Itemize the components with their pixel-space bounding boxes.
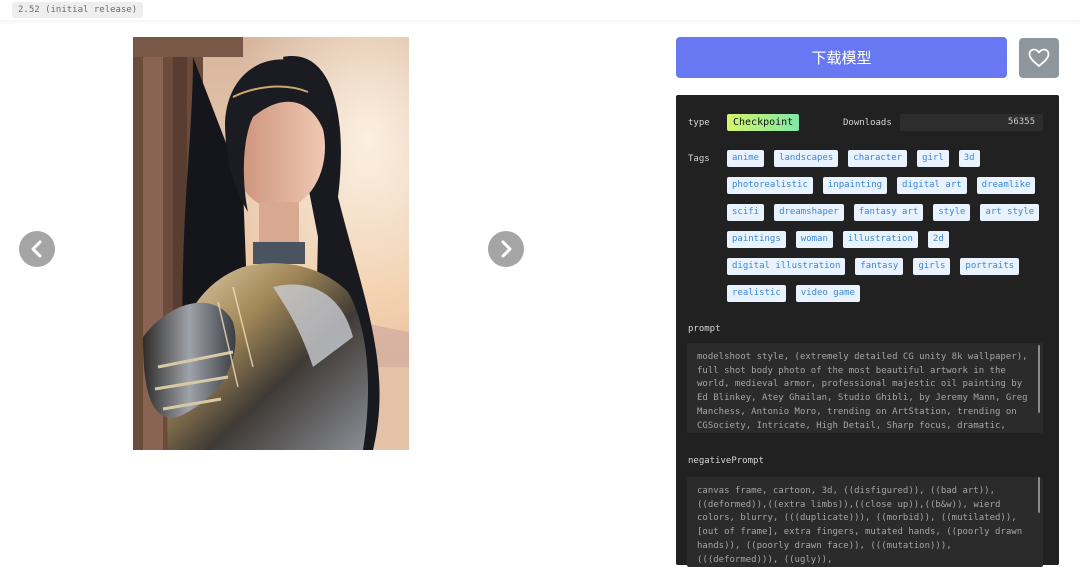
tag-chip[interactable]: scifi	[727, 204, 765, 221]
previous-image-button[interactable]	[19, 231, 55, 267]
tag-chip[interactable]: art style	[980, 204, 1040, 221]
tag-chip[interactable]: digital illustration	[727, 258, 846, 275]
type-badge: Checkpoint	[727, 114, 800, 131]
tag-chip[interactable]: portraits	[960, 258, 1020, 275]
tag-chip[interactable]: illustration	[842, 231, 918, 248]
tags-label: Tags	[688, 154, 710, 164]
prompt-text-box[interactable]: modelshoot style, (extremely detailed CG…	[687, 343, 1043, 433]
tag-chip[interactable]: realistic	[727, 285, 786, 302]
tag-list: anime landscapes character girl 3d photo…	[727, 150, 1047, 302]
portrait-illustration	[133, 37, 409, 450]
prompt-text: modelshoot style, (extremely detailed CG…	[697, 352, 1028, 431]
downloads-label: Downloads	[843, 118, 892, 128]
tag-chip[interactable]: style	[933, 204, 971, 221]
tag-chip[interactable]: paintings	[727, 231, 786, 248]
negative-prompt-text-box[interactable]: canvas frame, cartoon, 3d, ((disfigured)…	[687, 477, 1043, 567]
tag-chip[interactable]: 3d	[958, 150, 980, 167]
negative-prompt-label: negativePrompt	[688, 456, 764, 466]
tag-chip[interactable]: dreamshaper	[774, 204, 844, 221]
favorite-button[interactable]	[1019, 38, 1059, 78]
prompt-scrollbar[interactable]	[1038, 345, 1040, 413]
chevron-right-icon	[501, 240, 512, 258]
type-label: type	[688, 118, 710, 128]
prompt-label: prompt	[688, 324, 721, 334]
heart-outline-icon	[1028, 48, 1050, 67]
download-button-label: 下载模型	[811, 49, 872, 67]
top-bar: 2.52 (initial release)	[0, 0, 1080, 20]
model-preview-image	[133, 37, 409, 450]
tag-chip[interactable]: dreamlike	[976, 177, 1036, 194]
download-model-button[interactable]: 下载模型	[676, 37, 1007, 78]
next-image-button[interactable]	[488, 231, 524, 267]
tag-chip[interactable]: video game	[795, 285, 860, 302]
downloads-count: 56355	[900, 114, 1043, 131]
tag-chip[interactable]: fantasy art	[853, 204, 924, 221]
tag-chip[interactable]: landscapes	[774, 150, 839, 167]
chevron-left-icon	[31, 240, 42, 258]
tag-chip[interactable]: 2d	[927, 231, 949, 248]
negative-prompt-scrollbar[interactable]	[1038, 477, 1040, 513]
tag-chip[interactable]: woman	[795, 231, 833, 248]
tag-chip[interactable]: photorealistic	[727, 177, 813, 194]
tag-chip[interactable]: fantasy	[855, 258, 904, 275]
version-badge: 2.52 (initial release)	[12, 2, 144, 18]
model-details-panel: type Checkpoint Downloads 56355 Tags ani…	[676, 95, 1059, 567]
tag-chip[interactable]: digital art	[897, 177, 967, 194]
tag-chip[interactable]: girl	[917, 150, 949, 167]
tag-chip[interactable]: character	[848, 150, 908, 167]
negative-prompt-text: canvas frame, cartoon, 3d, ((disfigured)…	[697, 486, 1023, 565]
tag-chip[interactable]: inpainting	[822, 177, 888, 194]
tag-chip[interactable]: anime	[727, 150, 765, 167]
tag-chip[interactable]: girls	[913, 258, 951, 275]
